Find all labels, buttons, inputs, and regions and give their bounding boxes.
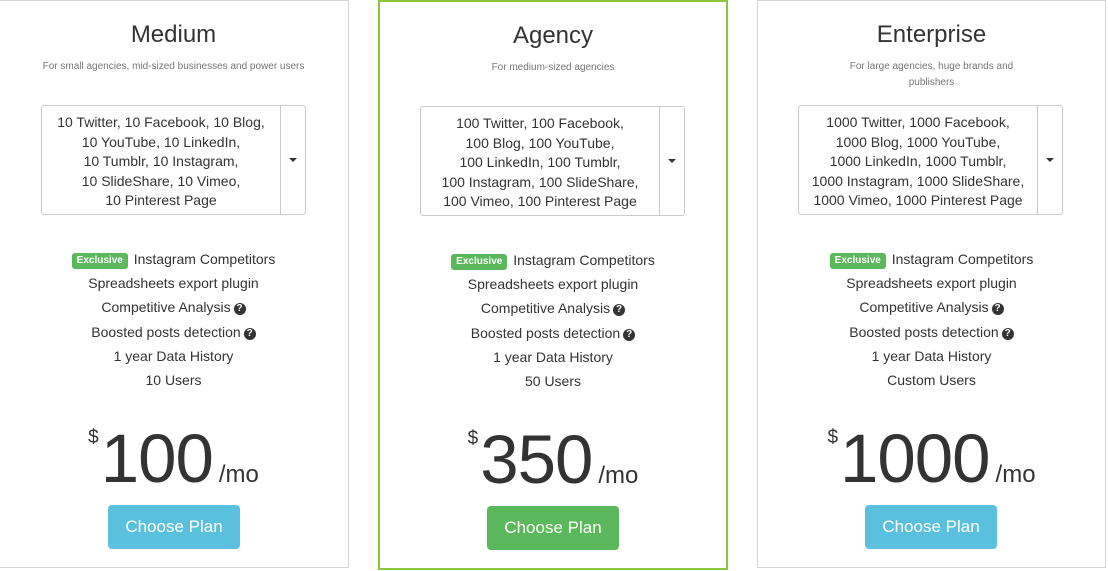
select-line: 1000 Blog, 1000 YouTube, [835,133,1001,150]
select-line: 1000 Instagram, 1000 SlideShare, [811,172,1025,189]
price-amount: 1000 [840,420,990,497]
plan-card-medium: Medium For small agencies, mid-sized bus… [0,0,349,568]
feature-text: Boosted posts detection [91,323,241,340]
feature-text: Spreadsheets export plugin [467,276,639,293]
price-amount: 100 [100,420,214,497]
help-icon[interactable]: ? [613,304,626,317]
feature-text: Boosted posts detection [470,324,621,341]
select-line: 100 Instagram, 100 SlideShare, [441,173,639,190]
exclusive-badge: Exclusive [451,254,508,270]
feature-list: Exclusive Instagram Competitors Spreadsh… [380,250,726,395]
select-line: 10 SlideShare, 10 Vimeo, [81,172,241,189]
profiles-select[interactable]: 10 Twitter, 10 Facebook, 10 Blog, 10 You… [41,105,306,215]
feature-text: 1 year Data History [113,347,234,364]
plan-card-enterprise: Enterprise For large agencies, huge bran… [757,0,1106,568]
plan-price: $350/mo [380,420,726,500]
feature-text: Instagram Competitors [891,251,1034,267]
feature-list: Exclusive Instagram Competitors Spreadsh… [0,249,348,394]
feature-text: 10 Users [145,371,202,388]
exclusive-badge: Exclusive [71,253,128,269]
feature-list: Exclusive Instagram Competitors Spreadsh… [758,249,1105,394]
feature-item: Exclusive Instagram Competitors [0,249,348,273]
plan-subtitle: For large agencies, huge brands and publ… [849,61,1014,88]
feature-text: Spreadsheets export plugin [846,275,1017,292]
select-toggle[interactable] [280,106,305,214]
plan-price: $1000/mo [758,419,1105,499]
select-line: 10 Twitter, 10 Facebook, 10 Blog, [57,114,265,130]
feature-text: Competitive Analysis [859,299,989,316]
currency-symbol: $ [467,428,479,449]
select-line: 100 Twitter, 100 Facebook, [456,115,624,131]
feature-item: Custom Users [758,370,1105,394]
plan-title: Medium [130,21,217,48]
plan-subtitle: For medium-sized agencies [491,62,615,73]
help-icon[interactable]: ? [623,328,636,341]
price-period: /mo [598,462,639,489]
feature-item: Spreadsheets export plugin [758,273,1105,297]
choose-plan-button[interactable]: Choose Plan [865,505,997,549]
select-toggle[interactable] [1037,106,1062,214]
select-line: 100 Blog, 100 YouTube, [465,134,615,151]
profiles-select-value: 1000 Twitter, 1000 Facebook, 1000 Blog, … [799,106,1037,214]
select-line: 1000 Vimeo, 1000 Pinterest Page [813,192,1023,208]
plan-card-agency: Agency For medium-sized agencies 100 Twi… [378,0,728,570]
choose-plan-button[interactable]: Choose Plan [108,505,240,549]
price-amount: 350 [480,421,593,498]
feature-item: 1 year Data History [380,347,726,371]
feature-item: Spreadsheets export plugin [380,274,726,298]
select-toggle[interactable] [659,107,684,215]
feature-text: Competitive Analysis [101,299,231,316]
profiles-select-value: 10 Twitter, 10 Facebook, 10 Blog, 10 You… [42,106,280,214]
select-line: 10 Tumblr, 10 Instagram, [83,153,239,169]
feature-item: Competitive Analysis? [0,297,348,321]
feature-text: 50 Users [524,372,582,389]
profiles-select[interactable]: 1000 Twitter, 1000 Facebook, 1000 Blog, … [798,105,1063,215]
feature-item: 50 Users [380,371,726,395]
feature-text: Competitive Analysis [480,300,611,317]
feature-text: Instagram Competitors [133,251,276,267]
plan-title: Enterprise [876,21,987,48]
feature-text: Spreadsheets export plugin [88,275,259,292]
help-icon[interactable]: ? [991,303,1004,316]
feature-item: Competitive Analysis? [758,297,1105,321]
select-line: 10 Pinterest Page [105,192,217,208]
feature-item: 1 year Data History [758,346,1105,370]
caret-down-icon [1046,158,1054,162]
currency-symbol: $ [88,427,99,448]
profiles-select-value: 100 Twitter, 100 Facebook, 100 Blog, 100… [421,107,659,215]
caret-down-icon [289,158,297,162]
feature-text: Instagram Competitors [513,252,655,268]
feature-text: 1 year Data History [493,348,613,365]
feature-text: 1 year Data History [871,347,992,364]
help-icon[interactable]: ? [1001,327,1014,340]
select-line: 10 YouTube, 10 LinkedIn, [81,133,241,150]
help-icon[interactable]: ? [243,327,256,340]
plan-title: Agency [512,22,594,49]
feature-item: Boosted posts detection? [380,323,726,347]
feature-item: Boosted posts detection? [0,322,348,346]
profiles-select[interactable]: 100 Twitter, 100 Facebook, 100 Blog, 100… [420,106,685,216]
feature-item: 10 Users [0,370,348,394]
select-line: 1000 Twitter, 1000 Facebook, [826,114,1010,130]
choose-plan-button[interactable]: Choose Plan [487,506,619,550]
feature-item: 1 year Data History [0,346,348,370]
currency-symbol: $ [827,427,839,448]
feature-item: Exclusive Instagram Competitors [380,250,726,274]
feature-item: Boosted posts detection? [758,322,1105,346]
select-line: 1000 LinkedIn, 1000 Tumblr, [829,153,1007,169]
price-period: /mo [218,461,259,488]
plan-subtitle: For small agencies, mid-sized businesses… [42,61,305,72]
help-icon[interactable]: ? [233,303,246,316]
caret-down-icon [668,159,676,163]
exclusive-badge: Exclusive [829,253,886,269]
select-line: 100 LinkedIn, 100 Tumblr, [459,154,621,170]
plan-price: $100/mo [0,419,348,499]
feature-item: Competitive Analysis? [380,298,726,322]
feature-item: Spreadsheets export plugin [0,273,348,297]
feature-text: Custom Users [887,371,976,388]
select-line: 100 Vimeo, 100 Pinterest Page [443,193,637,209]
price-period: /mo [995,461,1036,488]
feature-text: Boosted posts detection [849,323,999,340]
feature-item: Exclusive Instagram Competitors [758,249,1105,273]
